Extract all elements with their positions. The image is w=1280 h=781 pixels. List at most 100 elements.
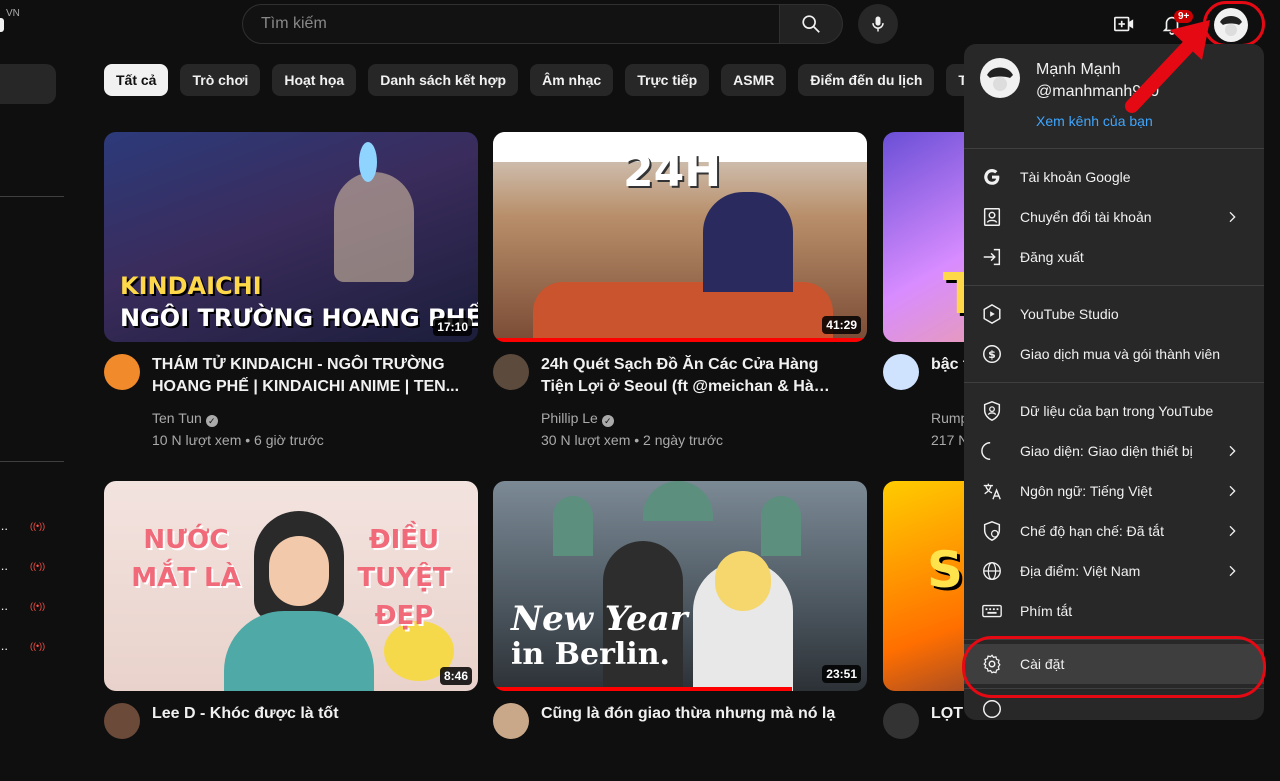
video-duration: 23:51 [822, 665, 861, 683]
menu-item-appearance[interactable]: Giao diện: Giao diện thiết bị [964, 431, 1264, 471]
keyboard-icon [980, 599, 1004, 623]
avatar [980, 58, 1020, 98]
restricted-icon [980, 519, 1004, 543]
view-channel-link[interactable]: Xem kênh của bạn [1036, 113, 1153, 129]
channel-avatar[interactable] [104, 703, 140, 739]
search-input[interactable] [259, 14, 763, 34]
menu-group-studio: YouTube Studio $ Giao dịch mua và gói th… [964, 286, 1264, 382]
account-name: Mạnh Mạnh [1036, 61, 1121, 78]
channel-name[interactable]: Rump [931, 410, 968, 426]
create-button[interactable] [1104, 4, 1144, 44]
live-icon: ((•)) [30, 601, 46, 611]
chevron-right-icon [1220, 479, 1244, 503]
live-icon: ((•)) [30, 641, 46, 651]
menu-item-youtube-studio[interactable]: YouTube Studio [964, 294, 1264, 334]
chip-asmr[interactable]: ASMR [721, 64, 787, 96]
notifications-button[interactable]: 9+ [1152, 4, 1194, 44]
chevron-right-icon [1220, 439, 1244, 463]
sidebar-divider [0, 196, 64, 197]
chip-animation[interactable]: Hoạt họa [272, 64, 357, 96]
chip-live[interactable]: Trực tiếp [625, 64, 710, 96]
shield-person-icon [980, 399, 1004, 423]
menu-item-keyboard-shortcuts[interactable]: Phím tắt [964, 591, 1264, 631]
menu-item-help[interactable] [964, 689, 1264, 720]
verified-icon: ✓ [205, 415, 218, 427]
switch-account-icon [980, 205, 1004, 229]
globe-icon [980, 559, 1004, 583]
gear-icon [980, 652, 1004, 676]
chip-travel[interactable]: Điểm đến du lịch [798, 64, 935, 96]
menu-divider [964, 639, 1264, 640]
chevron-right-icon [1220, 205, 1244, 229]
left-sidebar: VN rse... y S... nhậ... - N... ((•)) ((•… [0, 0, 70, 720]
video-thumbnail[interactable]: New Year in Berlin. 23:51 [493, 481, 867, 691]
sidebar-divider [0, 461, 64, 462]
verified-icon: ✓ [601, 415, 614, 427]
menu-group-preferences: Dữ liệu của bạn trong YouTube Giao diện:… [964, 383, 1264, 639]
menu-item-your-data[interactable]: Dữ liệu của bạn trong YouTube [964, 391, 1264, 431]
search-icon [802, 15, 820, 33]
channel-avatar[interactable] [883, 703, 919, 739]
channel-avatar[interactable] [883, 354, 919, 390]
account-menu: Mạnh Mạnh @manhmanh990 Xem kênh của bạn … [964, 44, 1264, 720]
video-stats: 217 N [931, 432, 969, 448]
channel-avatar[interactable] [493, 703, 529, 739]
menu-item-purchases[interactable]: $ Giao dịch mua và gói thành viên [964, 334, 1264, 374]
live-icon: ((•)) [30, 521, 46, 531]
sign-out-icon [980, 245, 1004, 269]
search-box[interactable] [242, 4, 780, 44]
menu-item-switch-account[interactable]: Chuyển đổi tài khoản [964, 197, 1264, 237]
notification-badge: 9+ [1174, 10, 1194, 23]
channel-name[interactable]: Phillip Le ✓ [541, 410, 614, 427]
channel-avatar[interactable] [493, 354, 529, 390]
search-button[interactable] [779, 4, 843, 44]
menu-item-google-account[interactable]: Tài khoản Google [964, 157, 1264, 197]
help-icon [980, 697, 1004, 720]
account-avatar-button[interactable] [1214, 8, 1248, 42]
channel-name[interactable]: Ten Tun ✓ [152, 410, 218, 427]
video-card[interactable]: NƯỚC MẮT LÀ ĐIỀU TUYỆT ĐẸP 8:46 Lee D - … [104, 481, 478, 781]
video-thumbnail[interactable]: 24H 41:29 [493, 132, 867, 342]
mic-icon [872, 16, 884, 32]
video-title[interactable]: THÁM TỬ KINDAICHI - NGÔI TRƯỜNG HOANG PH… [152, 354, 462, 398]
live-icon: ((•)) [30, 561, 46, 571]
video-thumbnail[interactable]: KINDAICHI NGÔI TRƯỜNG HOANG PHẾ 17:10 [104, 132, 478, 342]
voice-search-button[interactable] [858, 4, 898, 44]
chip-music[interactable]: Âm nhạc [530, 64, 614, 96]
chip-all[interactable]: Tất cả [104, 64, 169, 96]
chip-games-2[interactable]: Trò chơi [946, 64, 964, 96]
menu-item-sign-out[interactable]: Đăng xuất [964, 237, 1264, 277]
youtube-logo[interactable] [0, 18, 4, 32]
menu-item-settings[interactable]: Cài đặt [964, 644, 1264, 684]
menu-item-location[interactable]: Địa điểm: Việt Nam [964, 551, 1264, 591]
chevron-right-icon [1220, 559, 1244, 583]
video-duration: 17:10 [433, 318, 472, 336]
moon-icon [980, 439, 1004, 463]
video-card[interactable]: New Year in Berlin. 23:51 Cũng là đón gi… [493, 481, 867, 781]
video-card[interactable]: KINDAICHI NGÔI TRƯỜNG HOANG PHẾ 17:10 TH… [104, 132, 478, 448]
video-card[interactable]: 24H 41:29 24h Quét Sạch Đồ Ăn Các Cửa Hà… [493, 132, 867, 448]
video-thumbnail[interactable]: NƯỚC MẮT LÀ ĐIỀU TUYỆT ĐẸP 8:46 [104, 481, 478, 691]
avatar [1214, 8, 1248, 42]
studio-icon [980, 302, 1004, 326]
video-duration: 8:46 [439, 667, 472, 685]
video-title[interactable]: Lee D - Khóc được là tốt [152, 703, 462, 725]
video-stats: 10 N lượt xem • 6 giờ trước [152, 432, 324, 448]
dollar-icon: $ [980, 342, 1004, 366]
menu-item-language[interactable]: Ngôn ngữ: Tiếng Việt [964, 471, 1264, 511]
menu-group-account: Tài khoản Google Chuyển đổi tài khoản Đă… [964, 149, 1264, 285]
chip-games[interactable]: Trò chơi [180, 64, 261, 96]
video-title[interactable]: 24h Quét Sạch Đồ Ăn Các Cửa Hàng Tiện Lợ… [541, 354, 851, 398]
video-title[interactable]: Cũng là đón giao thừa nhưng mà nó lạ [541, 703, 851, 725]
chevron-right-icon [1220, 519, 1244, 543]
sidebar-item-home[interactable] [0, 64, 56, 104]
account-handle: @manhmanh990 [1036, 83, 1159, 100]
menu-item-restricted-mode[interactable]: Chế độ hạn chế: Đã tắt [964, 511, 1264, 551]
chip-mixes[interactable]: Danh sách kết hợp [368, 64, 519, 96]
google-icon [980, 165, 1004, 189]
video-stats: 30 N lượt xem • 2 ngày trước [541, 432, 724, 448]
translate-icon [980, 479, 1004, 503]
channel-avatar[interactable] [104, 354, 140, 390]
create-video-icon [1114, 16, 1134, 32]
account-menu-header: Mạnh Mạnh @manhmanh990 Xem kênh của bạn [964, 44, 1264, 148]
